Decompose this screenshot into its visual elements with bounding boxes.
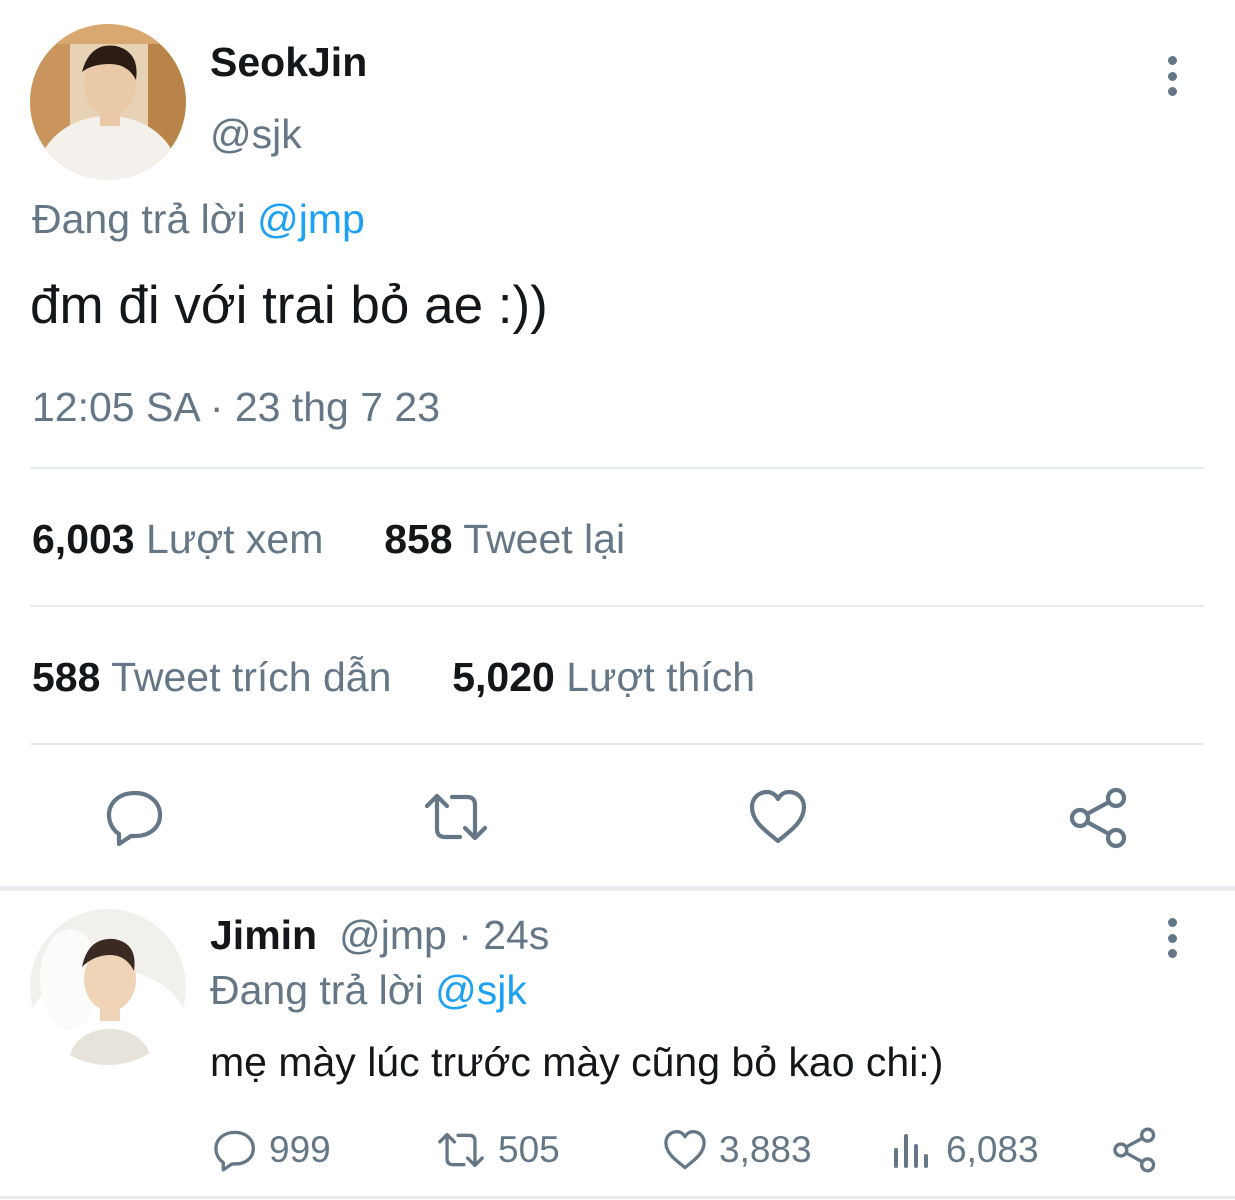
replying-to: Đang trả lời @sjk	[210, 965, 527, 1015]
mention-link[interactable]: @jmp	[257, 196, 365, 242]
like-count: 3,883	[719, 1129, 812, 1170]
replying-to-label: Đang trả lời	[210, 967, 436, 1013]
views-label: Lượt xem	[146, 516, 324, 562]
like-button[interactable]: 3,883	[663, 1122, 812, 1178]
like-icon	[664, 1130, 706, 1170]
reply-button[interactable]: 999	[213, 1122, 331, 1178]
main-tweet: SeokJin @sjk Đang trả lời @jmp đm đi với…	[0, 0, 1235, 888]
likes-label: Lượt thích	[566, 654, 756, 700]
likes-stat[interactable]: 5,020 Lượt thích	[441, 654, 755, 700]
reply-count: 999	[269, 1129, 331, 1170]
stats-row-2: 588 Tweet trích dẫn 5,020 Lượt thích	[32, 652, 755, 702]
more-options-icon[interactable]	[1157, 918, 1187, 958]
divider	[30, 467, 1204, 469]
tweet-timestamp[interactable]: 12:05 SA · 23 thg 7 23	[32, 382, 440, 432]
section-divider	[0, 886, 1235, 891]
retweets-label: Tweet lại	[463, 516, 626, 562]
reply-text: mẹ mày lúc trước mày cũng bỏ kao chi:)	[210, 1039, 944, 1085]
reply-icon	[214, 1130, 255, 1172]
retweet-icon[interactable]	[423, 787, 488, 847]
reply-icon[interactable]	[105, 787, 165, 847]
share-button[interactable]	[1112, 1122, 1170, 1178]
views-button[interactable]: 6,083	[890, 1122, 1039, 1178]
replying-to: Đang trả lời @jmp	[32, 194, 365, 244]
retweets-stat[interactable]: 858 Tweet lại	[373, 516, 625, 562]
retweet-icon	[438, 1132, 484, 1168]
share-icon[interactable]	[1068, 787, 1128, 849]
quotes-label: Tweet trích dẫn	[111, 654, 392, 700]
quotes-count: 588	[32, 654, 101, 700]
views-count: 6,003	[32, 516, 135, 562]
reply-author-name[interactable]: Jimin	[210, 912, 317, 958]
replying-to-label: Đang trả lời	[32, 196, 258, 242]
more-options-icon[interactable]	[1157, 56, 1187, 96]
retweet-button[interactable]: 505	[436, 1122, 560, 1178]
views-icon	[894, 1134, 928, 1168]
reply-meta: @jmp · 24s	[339, 912, 550, 958]
retweets-count: 858	[384, 516, 453, 562]
likes-count: 5,020	[452, 654, 555, 700]
avatar-seokjin[interactable]	[30, 24, 186, 180]
view-count: 6,083	[946, 1129, 1039, 1170]
share-icon	[1113, 1127, 1156, 1173]
divider	[30, 605, 1204, 607]
author-name[interactable]: SeokJin	[210, 38, 367, 86]
stats-row-1: 6,003 Lượt xem 858 Tweet lại	[32, 514, 625, 564]
avatar-jimin[interactable]	[30, 909, 186, 1065]
like-icon[interactable]	[748, 787, 808, 847]
retweet-count: 505	[498, 1129, 560, 1170]
author-handle[interactable]: @sjk	[210, 110, 302, 158]
section-divider	[0, 1196, 1235, 1199]
reply-header: Jimin @jmp · 24s	[210, 910, 549, 960]
mention-link[interactable]: @sjk	[435, 967, 527, 1013]
quotes-stat[interactable]: 588 Tweet trích dẫn	[32, 654, 403, 700]
views-stat[interactable]: 6,003 Lượt xem	[32, 516, 335, 562]
divider	[30, 743, 1204, 745]
tweet-text: đm đi với trai bỏ ae :))	[30, 276, 548, 335]
